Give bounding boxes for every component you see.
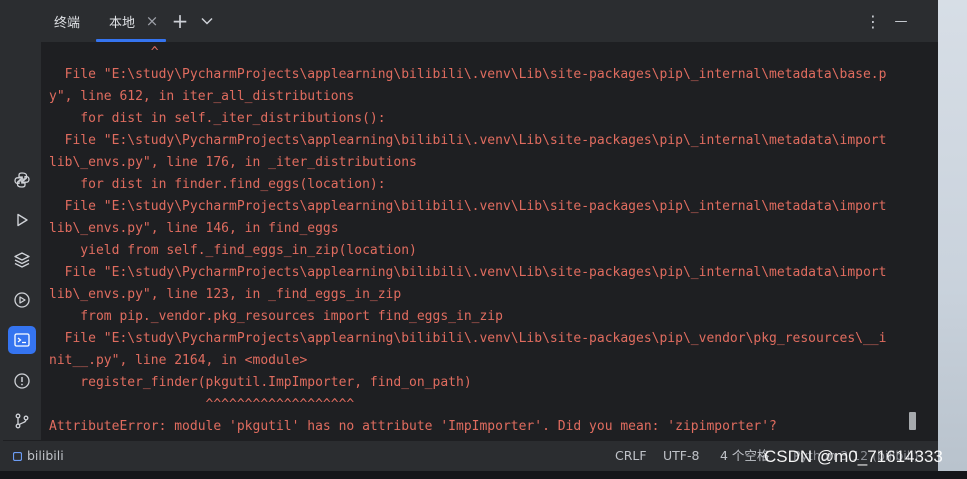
layers-icon[interactable]	[8, 246, 36, 274]
new-tab-icon[interactable]: +	[170, 9, 190, 33]
ide-window: 终端 本地 × + ⋮ — ^ File "E:\study\PycharmPr…	[3, 0, 938, 471]
terminal-line: register_finder(pkgutil.ImpImporter, fin…	[49, 375, 472, 390]
project-name[interactable]: bilibili	[27, 441, 64, 472]
terminal-line: lib\_envs.py", line 146, in find_eggs	[49, 221, 339, 236]
taskbar-edge	[0, 471, 967, 479]
indent-setting[interactable]: 4 个空格	[720, 441, 769, 472]
terminal-line: lib\_envs.py", line 176, in _iter_distri…	[49, 155, 417, 170]
terminal-line: File "E:\study\PycharmProjects\applearni…	[49, 331, 887, 346]
terminal-line: ^	[49, 45, 159, 60]
file-encoding[interactable]: UTF-8	[663, 441, 699, 472]
problems-icon[interactable]	[8, 367, 36, 395]
terminal-line: from pip._vendor.pkg_resources import fi…	[49, 309, 503, 324]
tool-window-sidebar	[3, 0, 41, 440]
terminal-line: yield from self._find_eggs_in_zip(locati…	[49, 243, 417, 258]
project-square-icon	[12, 441, 23, 472]
services-icon[interactable]	[8, 286, 36, 314]
terminal-output[interactable]: ^ File "E:\study\PycharmProjects\applear…	[41, 42, 921, 440]
terminal-line: for dist in finder.find_eggs(location):	[49, 177, 386, 192]
git-icon[interactable]	[8, 407, 36, 435]
terminal-line: for dist in self._iter_distributions():	[49, 111, 386, 126]
terminal-line: nit__.py", line 2164, in <module>	[49, 353, 308, 368]
terminal-line: File "E:\study\PycharmProjects\applearni…	[49, 133, 887, 148]
terminal-line: File "E:\study\PycharmProjects\applearni…	[49, 265, 887, 280]
run-icon[interactable]	[8, 206, 36, 234]
tab-local[interactable]: 本地	[109, 0, 135, 42]
more-options-icon[interactable]: ⋮	[863, 11, 883, 31]
terminal-tab-bar: 终端 本地 × + ⋮ —	[41, 0, 938, 42]
minimize-icon[interactable]: —	[891, 11, 911, 31]
chevron-down-icon[interactable]	[197, 11, 217, 31]
line-ending[interactable]: CRLF	[615, 441, 647, 472]
terminal-lines: ^ File "E:\study\PycharmProjects\applear…	[49, 42, 886, 438]
terminal-line: y", line 612, in iter_all_distributions	[49, 89, 355, 104]
terminal-icon[interactable]	[8, 326, 36, 354]
terminal-line: File "E:\study\PycharmProjects\applearni…	[49, 199, 887, 214]
python-icon[interactable]	[8, 166, 36, 194]
watermark: CSDN @m0_71614333	[764, 447, 943, 466]
scrollbar-thumb[interactable]	[909, 412, 916, 430]
terminal-line: File "E:\study\PycharmProjects\applearni…	[49, 67, 887, 82]
terminal-line: ^^^^^^^^^^^^^^^^^^^	[49, 397, 355, 412]
terminal-line: lib\_envs.py", line 123, in _find_eggs_i…	[49, 287, 402, 302]
close-tab-icon[interactable]: ×	[142, 11, 162, 31]
terminal-line: AttributeError: module 'pkgutil' has no …	[49, 419, 777, 434]
terminal-title: 终端	[54, 15, 81, 31]
desktop-background	[938, 0, 967, 479]
